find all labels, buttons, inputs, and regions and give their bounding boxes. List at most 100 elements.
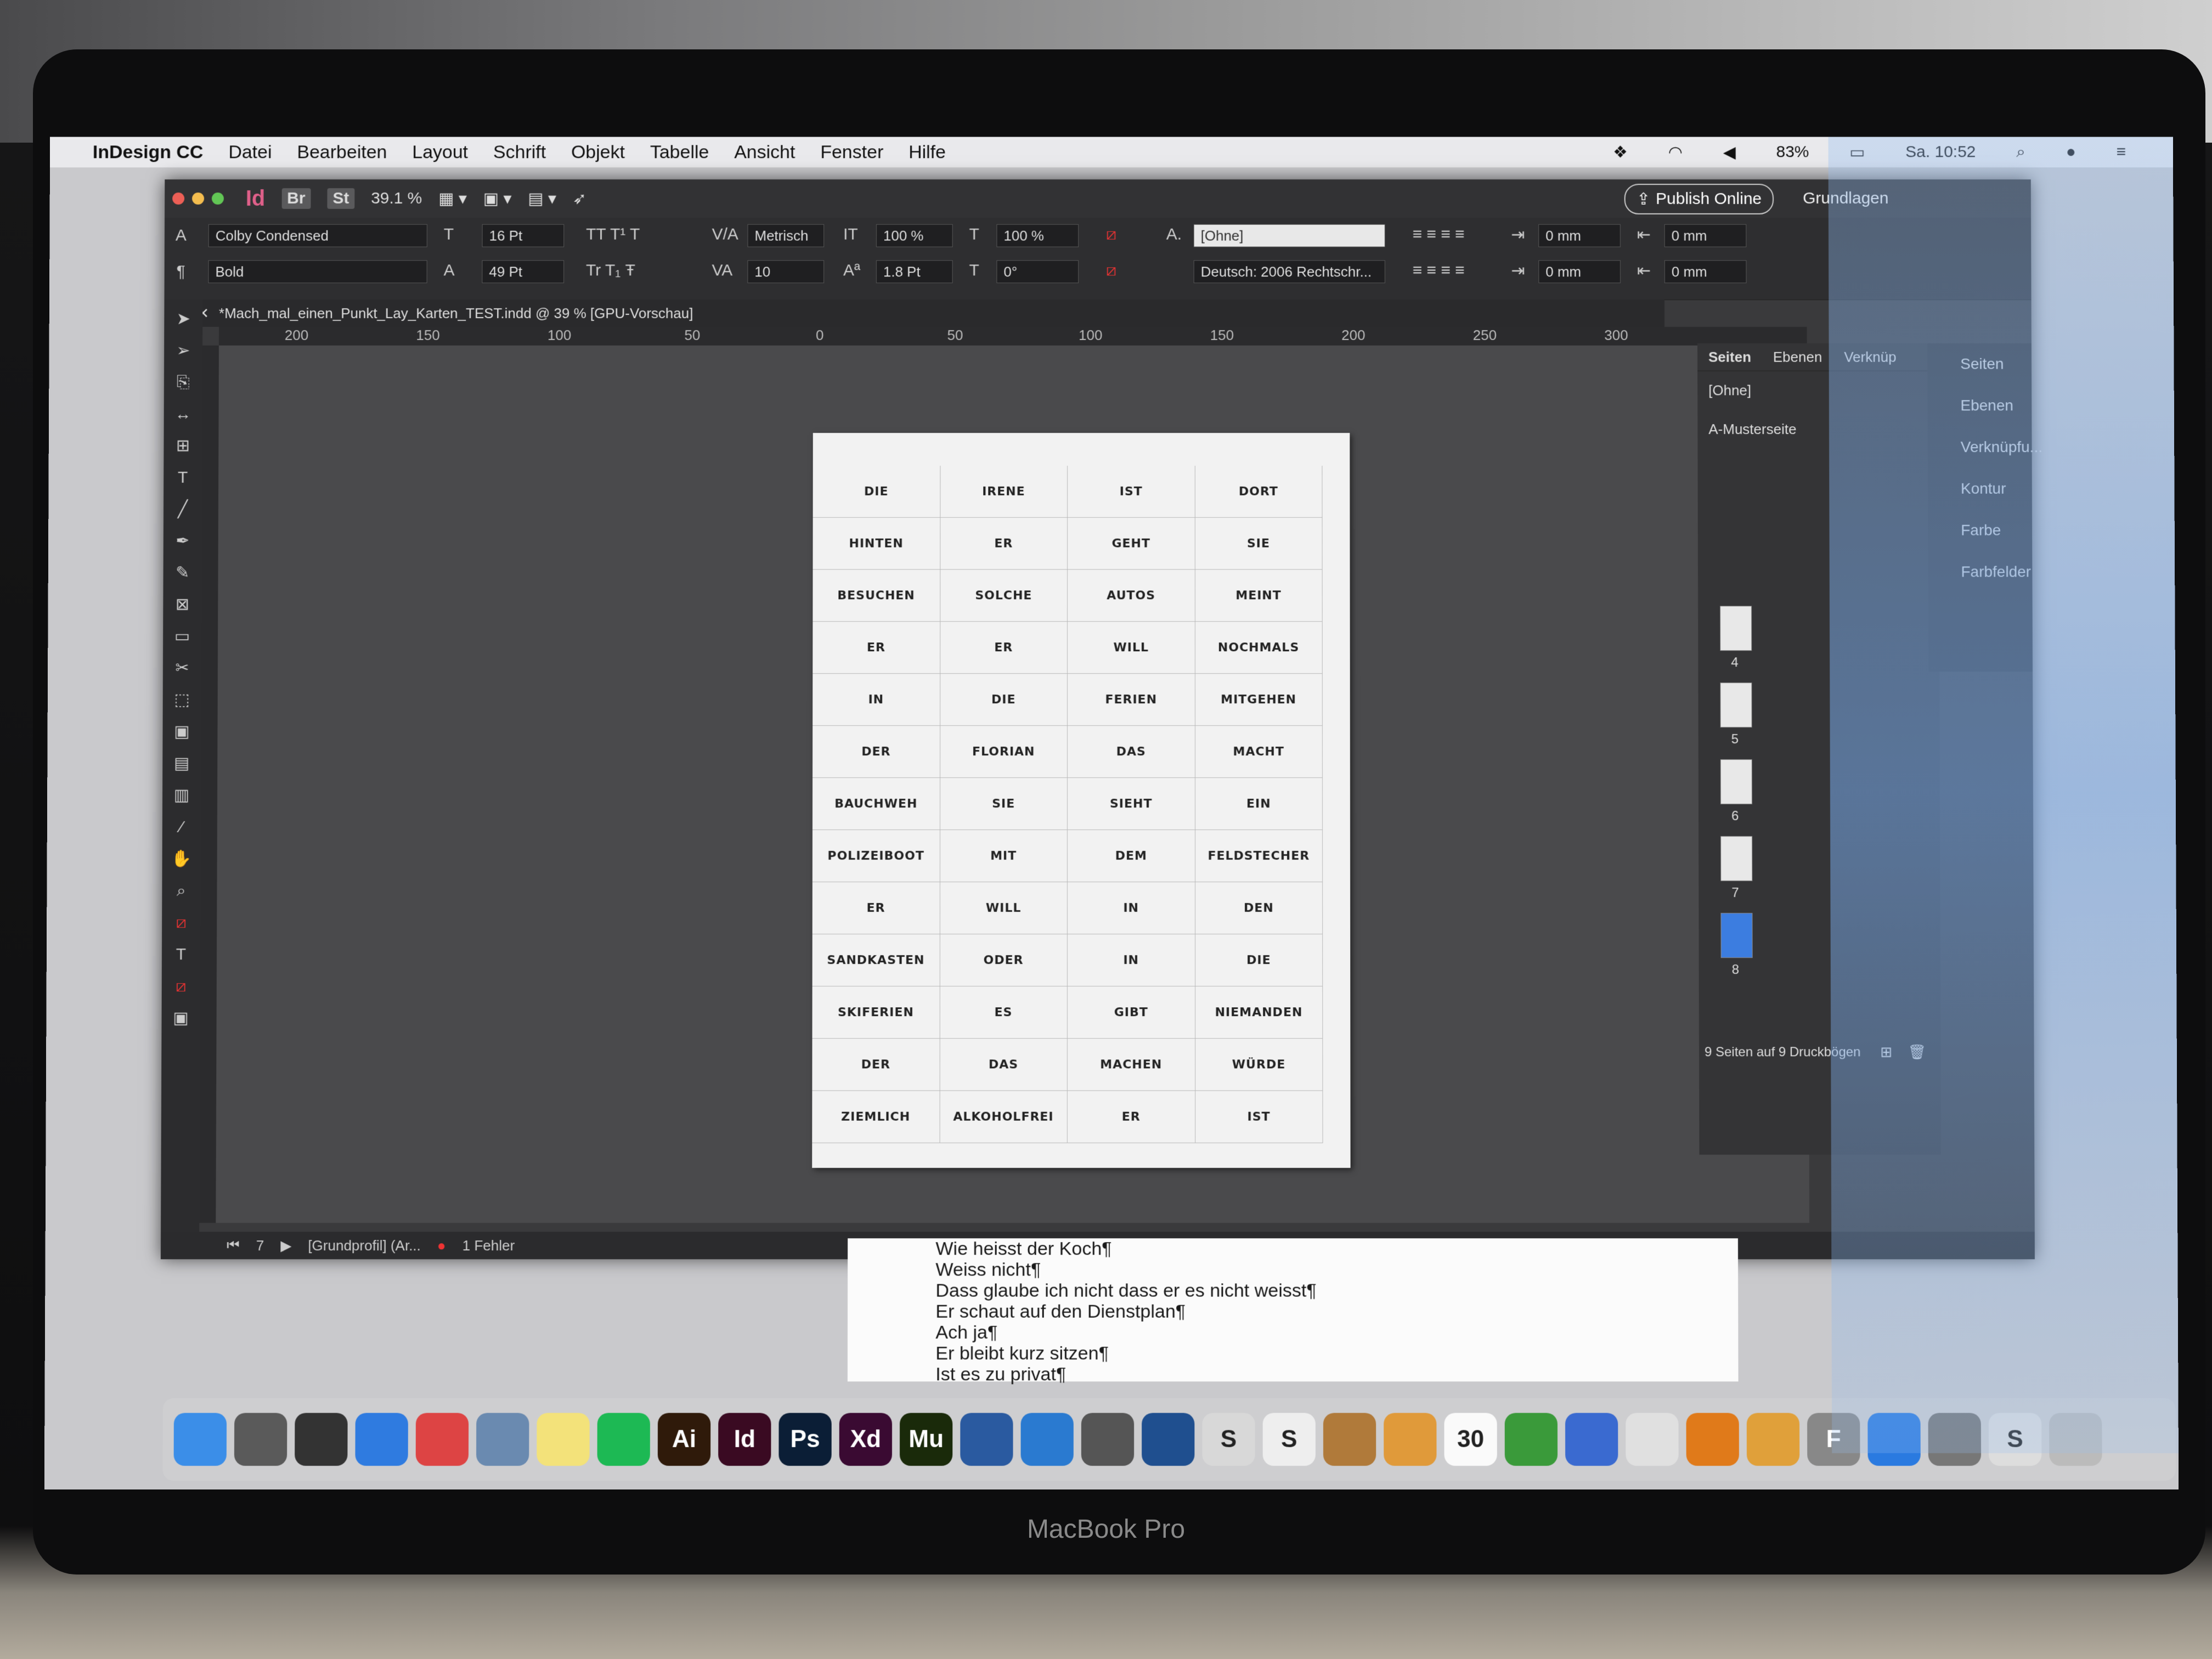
table-cell[interactable]: ER bbox=[812, 882, 940, 935]
table-cell[interactable]: AUTOS bbox=[1068, 569, 1195, 622]
zoom-level[interactable]: 39.1 % bbox=[371, 189, 422, 208]
page-thumbnail[interactable] bbox=[1720, 836, 1753, 882]
next-page-icon[interactable]: ▶ bbox=[280, 1237, 291, 1254]
word-card-table[interactable]: DIE IRENE IST DORT HINTEN ER GEHT SIE BESUCHEN SO… bbox=[812, 465, 1323, 1143]
menu-datei[interactable]: Datei bbox=[228, 142, 272, 163]
page-thumbnail[interactable] bbox=[1720, 606, 1752, 651]
background-text-document[interactable]: Wie heisst der Koch¶ Weiss nicht¶ Dass g… bbox=[847, 1238, 1739, 1385]
page-thumbnail[interactable] bbox=[1720, 682, 1752, 728]
app-icon[interactable] bbox=[295, 1413, 348, 1466]
document-page[interactable]: DIE IRENE IST DORT HINTEN ER GEHT SIE BESUCHEN SO… bbox=[812, 433, 1351, 1168]
volume-icon[interactable]: ◀ bbox=[1723, 143, 1736, 162]
left-indent-field[interactable]: 0 mm bbox=[1538, 224, 1621, 247]
sourcetree-icon[interactable] bbox=[1142, 1413, 1195, 1466]
table-cell[interactable]: ODER bbox=[940, 934, 1068, 987]
panel-seiten[interactable]: Seiten bbox=[1927, 343, 2032, 385]
stroke-none-swatch-icon[interactable]: ⧄ bbox=[1106, 261, 1116, 280]
table-cell[interactable]: DIE bbox=[1195, 934, 1323, 987]
keynote-icon[interactable] bbox=[1565, 1413, 1618, 1466]
gap-tool-icon[interactable]: ↔ bbox=[171, 402, 195, 426]
notification-center-icon[interactable]: ≡ bbox=[2117, 143, 2126, 161]
rectangle-frame-tool-icon[interactable]: ⊠ bbox=[170, 592, 194, 617]
master-none[interactable]: [Ohne] bbox=[1697, 371, 1938, 399]
table-cell[interactable]: NIEMANDEN bbox=[1195, 986, 1323, 1039]
notes-icon[interactable] bbox=[537, 1413, 590, 1466]
zoom-window-button[interactable] bbox=[211, 192, 224, 205]
panel-ebenen[interactable]: Ebenen bbox=[1927, 385, 2032, 426]
archiver-icon[interactable] bbox=[1020, 1413, 1074, 1466]
gradient-tool-icon[interactable]: ▣ bbox=[170, 720, 194, 744]
calendar-icon[interactable]: 30 bbox=[1444, 1413, 1497, 1466]
direct-selection-tool-icon[interactable]: ➢ bbox=[171, 339, 195, 363]
preflight-errors[interactable]: 1 Fehler bbox=[462, 1237, 515, 1254]
table-cell[interactable]: MACHEN bbox=[1067, 1039, 1195, 1091]
master-a[interactable]: A-Musterseite bbox=[1697, 399, 1939, 438]
table-cell[interactable]: ALKOHOLFREI bbox=[940, 1091, 1068, 1143]
document-tab[interactable]: *Mach_mal_einen_Punkt_Lay_Karten_TEST.in… bbox=[219, 305, 693, 322]
slides-icon[interactable]: S bbox=[1202, 1413, 1255, 1466]
table-cell[interactable]: IN bbox=[1067, 882, 1195, 935]
panel-farbe[interactable]: Farbe bbox=[1928, 510, 2032, 551]
xd-icon[interactable]: Xd bbox=[839, 1413, 893, 1466]
kerning-field[interactable]: Metrisch bbox=[747, 224, 825, 247]
spotify-icon[interactable] bbox=[597, 1413, 650, 1466]
battery-label[interactable]: 83% bbox=[1776, 143, 1809, 161]
baseline-shift-field[interactable]: 1.8 Pt bbox=[876, 260, 953, 284]
table-cell[interactable]: MACHT bbox=[1195, 726, 1323, 778]
selection-tool-icon[interactable]: ➤ bbox=[171, 307, 195, 331]
small-caps-icon[interactable]: Tr T₁ Ŧ bbox=[586, 261, 635, 280]
siri-icon[interactable]: ● bbox=[2066, 143, 2076, 161]
page-thumbnail[interactable] bbox=[1720, 759, 1752, 805]
finder-icon[interactable] bbox=[173, 1413, 227, 1466]
app3-icon[interactable]: S bbox=[1988, 1413, 2042, 1466]
language-field[interactable]: Deutsch: 2006 Rechtschr... bbox=[1193, 260, 1385, 284]
tab-ebenen[interactable]: Ebenen bbox=[1773, 348, 1822, 365]
pasteboard[interactable]: DIE IRENE IST DORT HINTEN ER GEHT SIE BESUCHEN SO… bbox=[216, 345, 1810, 1223]
publish-online-button[interactable]: ⇪ Publish Online bbox=[1624, 184, 1774, 215]
pages-icon[interactable] bbox=[1384, 1413, 1437, 1466]
indesign-icon[interactable]: Id bbox=[718, 1413, 771, 1466]
table-cell[interactable]: DAS bbox=[940, 1039, 1068, 1091]
appstore-icon[interactable] bbox=[1867, 1413, 1921, 1466]
type-tool-icon[interactable]: T bbox=[171, 466, 195, 490]
paragraph-mode-icon[interactable]: ¶ bbox=[177, 262, 185, 281]
illustrator-icon[interactable]: Ai bbox=[657, 1413, 711, 1466]
table-cell[interactable]: POLIZEIBOOT bbox=[812, 830, 940, 883]
table-cell[interactable]: SOLCHE bbox=[940, 569, 1068, 622]
table-cell[interactable]: MIT bbox=[940, 830, 1068, 883]
table-cell[interactable]: HINTEN bbox=[812, 517, 940, 570]
table-cell[interactable]: MITGEHEN bbox=[1195, 674, 1323, 726]
close-window-button[interactable] bbox=[172, 192, 185, 205]
skew-field[interactable]: 0° bbox=[996, 260, 1079, 284]
scissors-tool-icon[interactable]: ✂ bbox=[170, 656, 194, 680]
muse-icon[interactable]: Mu bbox=[899, 1413, 953, 1466]
pencil-tool-icon[interactable]: ✎ bbox=[171, 561, 195, 585]
spotlight-search-icon[interactable]: ⌕ bbox=[2016, 143, 2025, 161]
zoom-tool-icon[interactable]: ⌕ bbox=[169, 879, 193, 903]
delete-page-icon[interactable]: 🗑 bbox=[1908, 1043, 1926, 1060]
launchpad-icon[interactable] bbox=[234, 1413, 287, 1466]
settings-icon[interactable] bbox=[1928, 1413, 1982, 1466]
eyedropper-tool-icon[interactable]: ⁄ bbox=[170, 815, 194, 839]
table-cell[interactable]: IRENE bbox=[940, 465, 1068, 518]
font-style-field[interactable]: Bold bbox=[208, 260, 427, 284]
panel-kontur[interactable]: Kontur bbox=[1928, 468, 2032, 510]
leading-field[interactable]: 49 Pt bbox=[482, 260, 565, 284]
page-number-field[interactable]: 7 bbox=[256, 1237, 264, 1254]
line-tool-icon[interactable]: ╱ bbox=[171, 498, 195, 522]
table-cell[interactable]: SIE bbox=[1195, 517, 1323, 570]
clock[interactable]: Sa. 10:52 bbox=[1905, 143, 1976, 161]
fill-none-swatch-icon[interactable]: ⧄ bbox=[1106, 225, 1116, 244]
table-cell[interactable]: NOCHMALS bbox=[1195, 622, 1323, 674]
font-size-field[interactable]: 16 Pt bbox=[482, 224, 565, 247]
first-page-icon[interactable]: ⏮ bbox=[227, 1237, 240, 1254]
table-cell[interactable]: BESUCHEN bbox=[812, 569, 940, 622]
table-cell[interactable]: WILL bbox=[940, 882, 1068, 935]
wifi-icon[interactable]: ◠ bbox=[1668, 143, 1683, 162]
page-tool-icon[interactable]: ⎘ bbox=[171, 371, 195, 395]
scrivener-icon[interactable]: S bbox=[1262, 1413, 1316, 1466]
table-cell[interactable]: FLORIAN bbox=[940, 726, 1068, 778]
new-page-icon[interactable]: ⊞ bbox=[1880, 1043, 1892, 1060]
menu-fenster[interactable]: Fenster bbox=[820, 142, 883, 163]
menu-ansicht[interactable]: Ansicht bbox=[734, 142, 795, 163]
